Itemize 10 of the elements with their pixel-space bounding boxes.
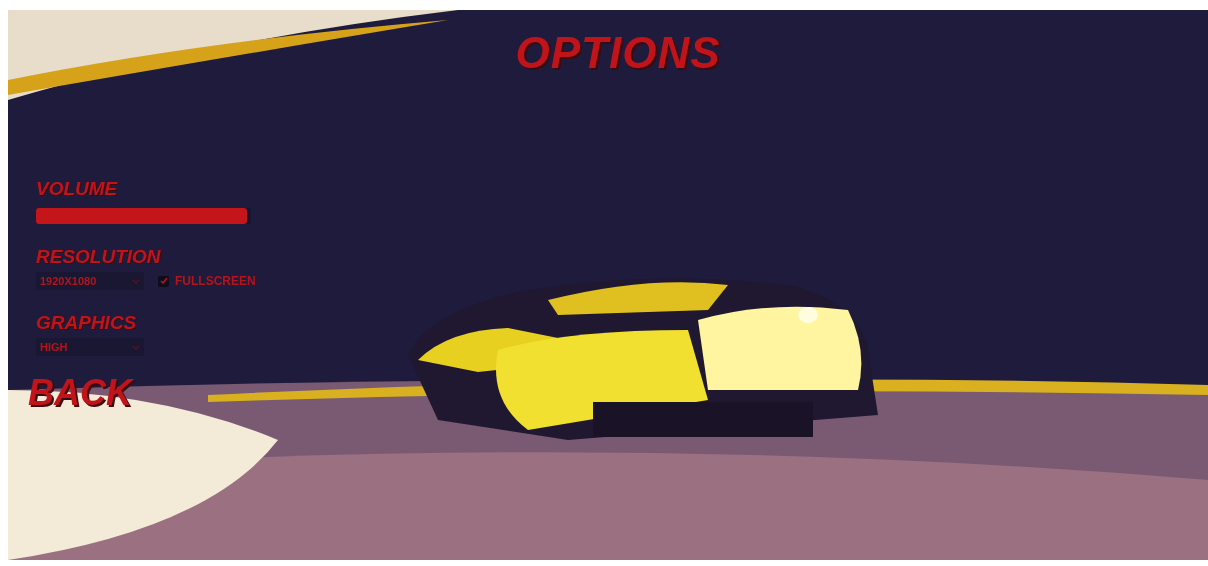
fullscreen-label: FULLSCREEN: [175, 274, 256, 288]
caret-icon: [132, 278, 140, 284]
resolution-label: RESOLUTION: [36, 246, 162, 268]
caret-icon: [132, 344, 140, 350]
graphics-label: GRAPHICS: [36, 312, 138, 334]
resolution-dropdown[interactable]: 1920X1080: [36, 272, 144, 290]
page-title: OPTIONS: [515, 28, 721, 78]
graphics-dropdown[interactable]: HIGH: [36, 338, 144, 356]
fullscreen-checkbox[interactable]: [158, 275, 169, 287]
volume-label: VOLUME: [36, 178, 119, 200]
